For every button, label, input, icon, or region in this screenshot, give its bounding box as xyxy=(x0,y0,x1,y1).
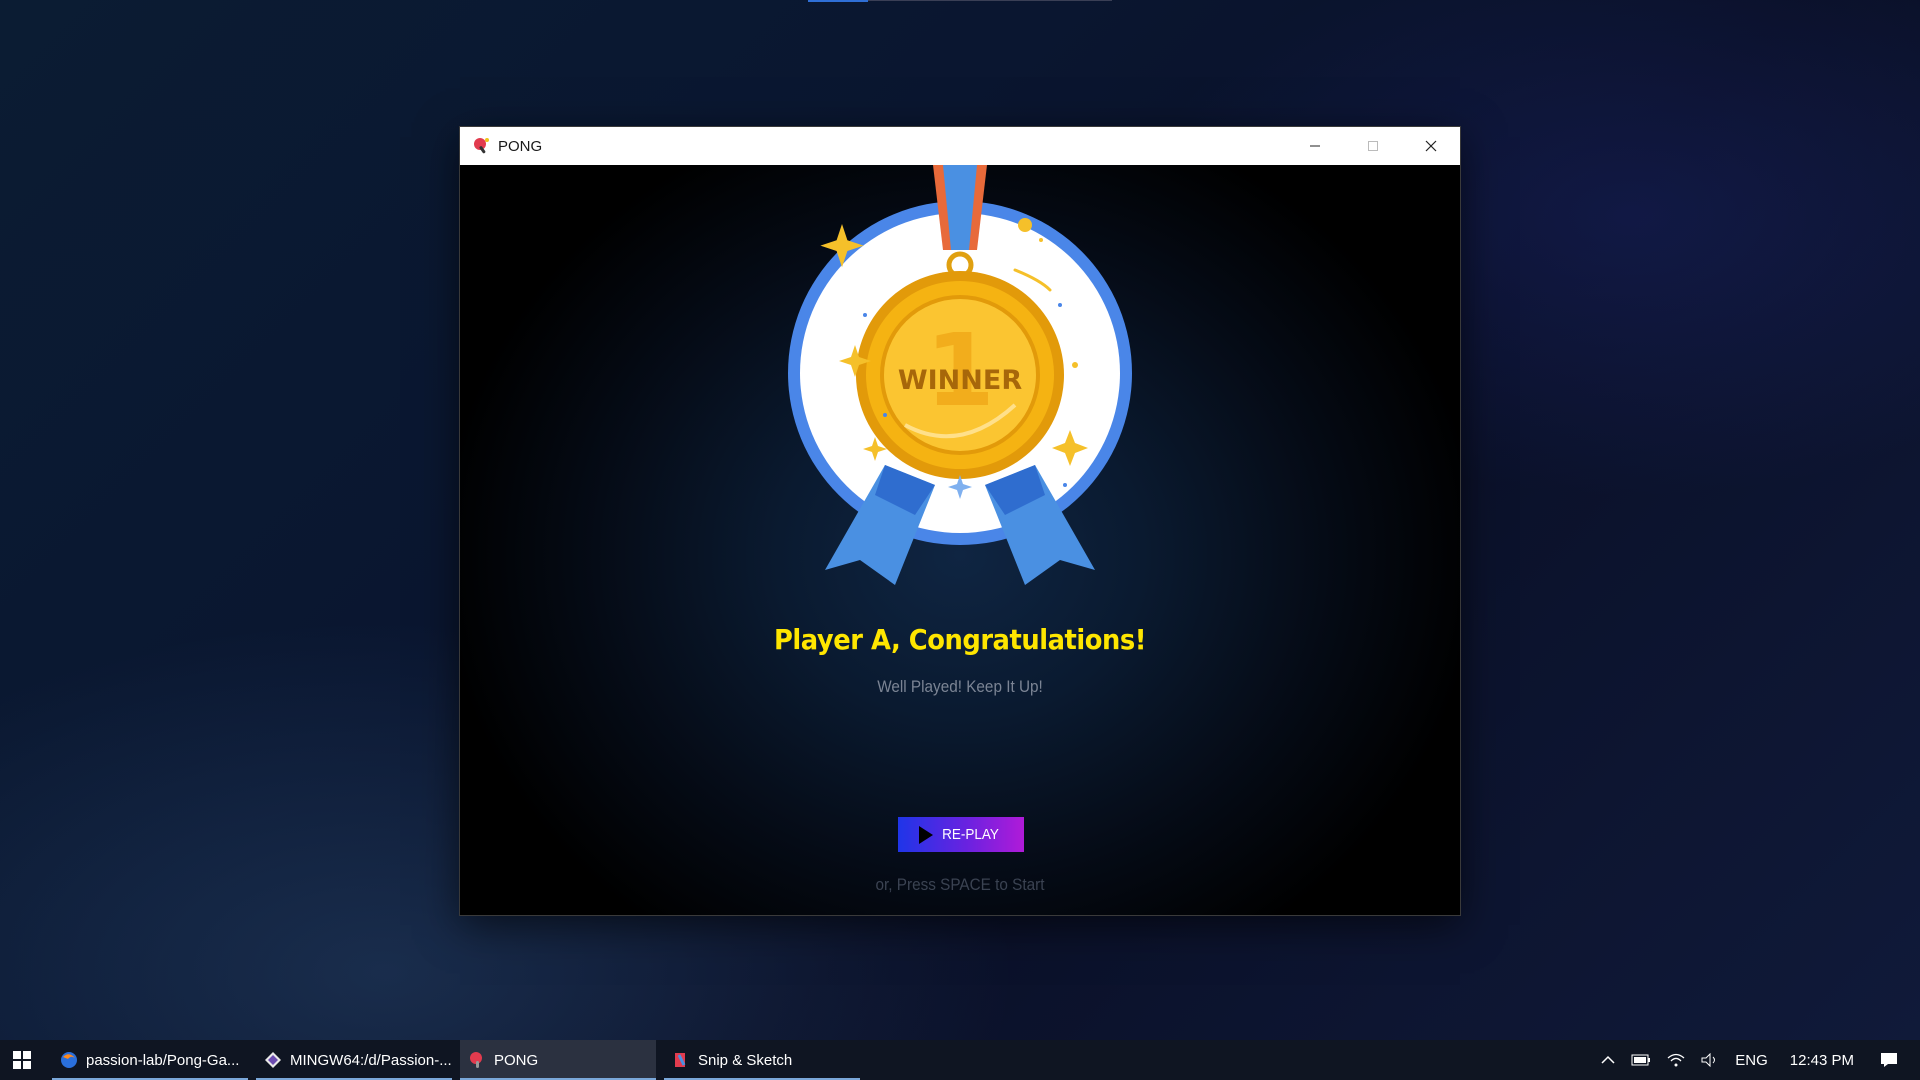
minimize-button[interactable] xyxy=(1286,127,1344,165)
pong-window: PONG 1 WINNER Player A, Congratulations!… xyxy=(460,127,1460,915)
window-title: PONG xyxy=(498,137,543,155)
title-bar[interactable]: PONG xyxy=(460,127,1460,165)
minimize-icon xyxy=(1310,145,1320,147)
winner-headline: Player A, Congratulations! xyxy=(773,623,1147,656)
taskbar-item-pong[interactable]: PONG xyxy=(460,1040,656,1080)
clock[interactable]: 12:43 PM xyxy=(1790,1052,1854,1069)
close-button[interactable] xyxy=(1402,127,1460,165)
pong-paddle-icon xyxy=(471,136,491,156)
top-edge-line xyxy=(868,0,1112,1)
close-icon xyxy=(1425,140,1437,152)
show-hidden-icons-chevron-icon[interactable] xyxy=(1601,1055,1615,1065)
maximize-icon xyxy=(1368,141,1378,151)
play-icon xyxy=(919,825,934,844)
taskbar: passion-lab/Pong-Ga... MINGW64:/d/Passio… xyxy=(0,1040,1920,1080)
firefox-icon xyxy=(60,1051,78,1069)
taskbar-item-git-bash[interactable]: MINGW64:/d/Passion-... xyxy=(256,1040,452,1080)
medal-winner-text: WINNER xyxy=(898,365,1022,396)
git-bash-icon xyxy=(264,1051,282,1069)
snip-sketch-icon xyxy=(672,1051,690,1069)
taskbar-item-label: Snip & Sketch xyxy=(698,1051,793,1069)
taskbar-item-snip-sketch[interactable]: Snip & Sketch xyxy=(664,1040,860,1080)
taskbar-item-label: MINGW64:/d/Passion-... xyxy=(290,1051,452,1069)
action-center-icon[interactable] xyxy=(1880,1052,1898,1068)
system-tray: ENG 12:43 PM xyxy=(1593,1040,1920,1080)
volume-icon[interactable] xyxy=(1701,1053,1719,1067)
replay-button[interactable]: RE-PLAY xyxy=(898,817,1024,852)
space-to-start-hint: or, Press SPACE to Start xyxy=(875,875,1045,894)
start-button[interactable] xyxy=(0,1040,44,1080)
taskbar-item-label: passion-lab/Pong-Ga... xyxy=(86,1051,240,1069)
winner-subline: Well Played! Keep It Up! xyxy=(877,677,1043,696)
game-canvas: 1 WINNER Player A, Congratulations! Well… xyxy=(460,165,1460,915)
battery-icon[interactable] xyxy=(1631,1054,1651,1066)
taskbar-item-label: PONG xyxy=(494,1051,539,1069)
winner-medal-graphic: 1 WINNER xyxy=(788,165,1132,585)
taskbar-item-firefox[interactable]: passion-lab/Pong-Ga... xyxy=(52,1040,248,1080)
top-edge-accent xyxy=(808,0,868,2)
windows-logo-icon xyxy=(13,1051,31,1069)
wifi-icon[interactable] xyxy=(1667,1053,1685,1067)
pong-icon xyxy=(468,1051,486,1069)
replay-button-label: RE-PLAY xyxy=(942,826,1000,843)
maximize-button[interactable] xyxy=(1344,127,1402,165)
language-indicator[interactable]: ENG xyxy=(1735,1052,1768,1069)
